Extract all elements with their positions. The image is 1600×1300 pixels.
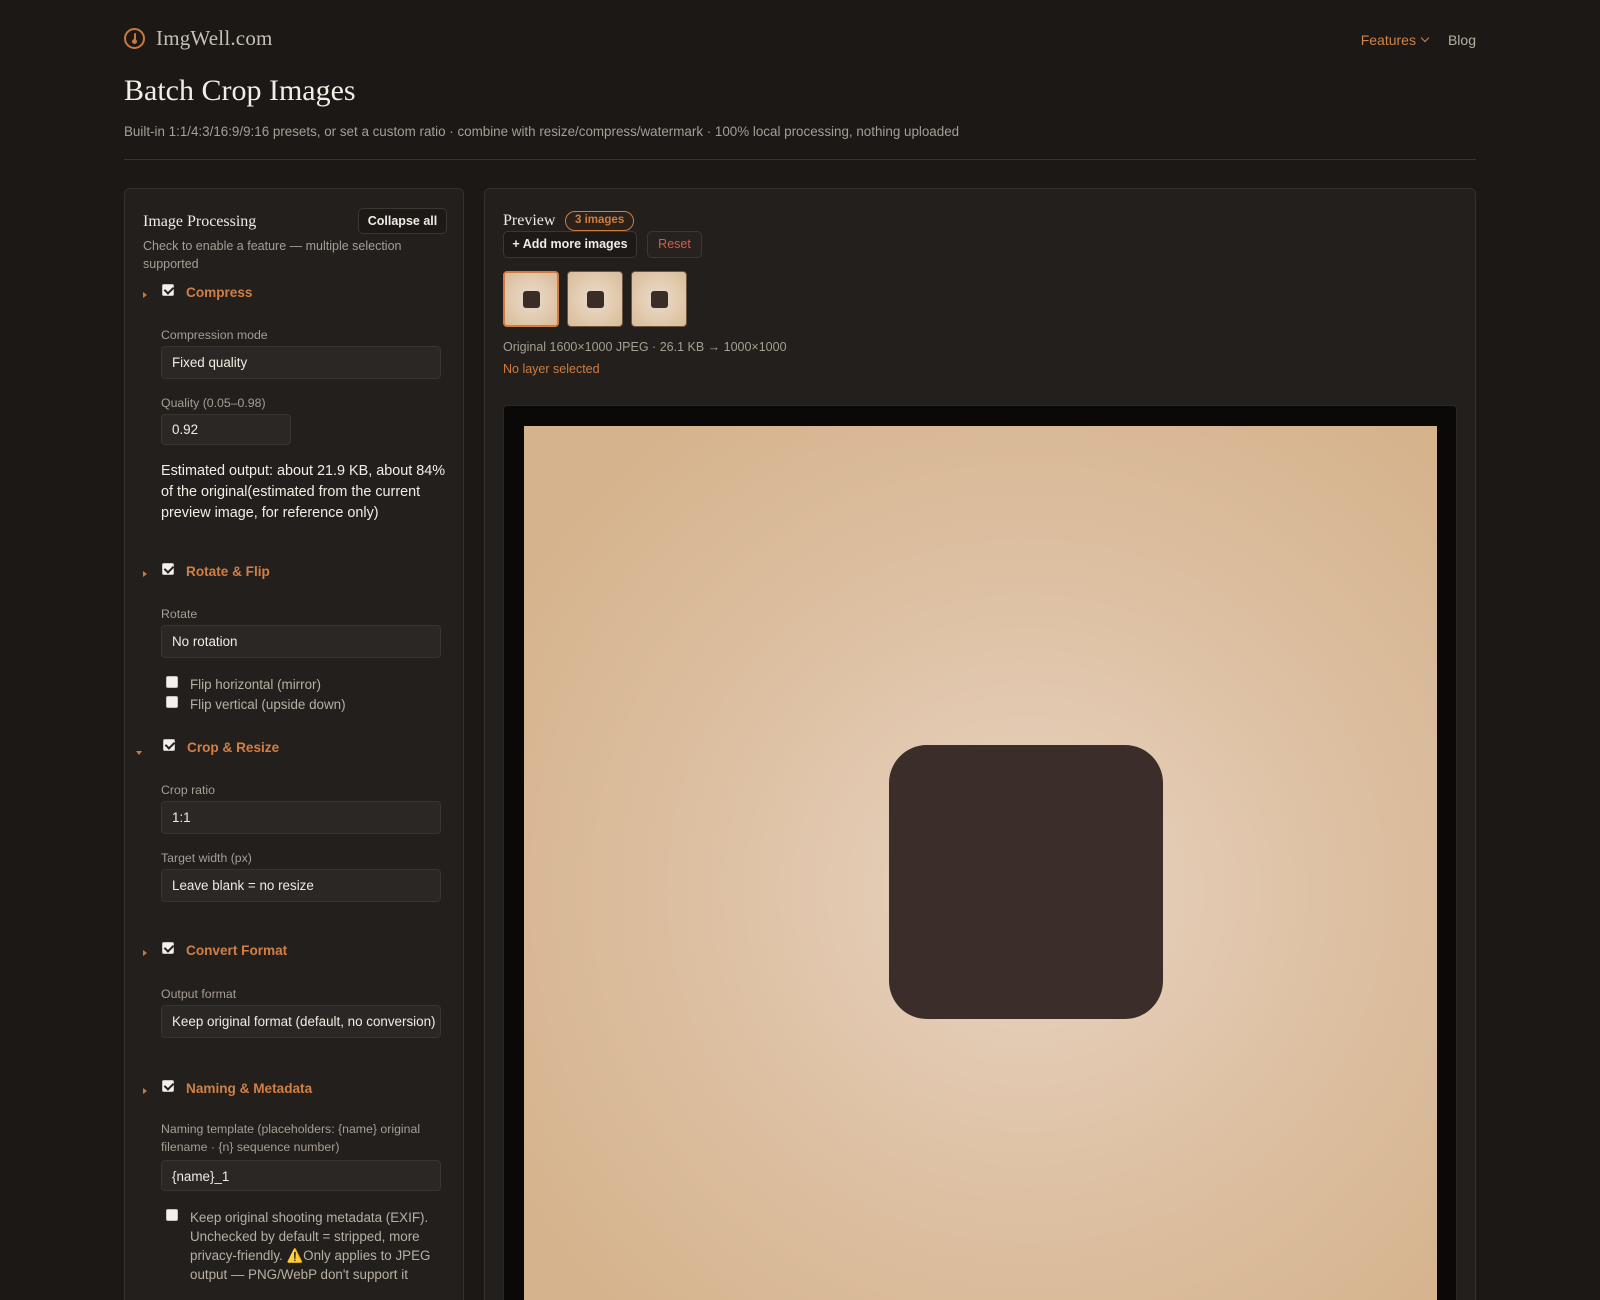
section-compress-title: Compress bbox=[186, 284, 253, 300]
reset-button[interactable]: Reset bbox=[647, 231, 702, 258]
keep-exif-option[interactable]: Keep original shooting metadata (EXIF). … bbox=[166, 1208, 436, 1284]
processing-panel-title: Image Processing bbox=[143, 213, 257, 230]
processing-panel: Image Processing Collapse all Check to e… bbox=[124, 188, 464, 1300]
keep-exif-label: Keep original shooting metadata (EXIF). … bbox=[190, 1210, 431, 1282]
layer-status: No layer selected bbox=[503, 362, 600, 376]
thumbnail-image bbox=[586, 290, 604, 308]
add-more-images-button[interactable]: + Add more images bbox=[503, 231, 637, 258]
naming-template-label: Naming template (placeholders: {name} or… bbox=[161, 1122, 421, 1154]
collapse-all-button[interactable]: Collapse all bbox=[358, 208, 447, 234]
logo-icon bbox=[124, 28, 145, 49]
page-title: Batch Crop Images bbox=[124, 74, 356, 107]
page-subtitle: Built-in 1:1/4:3/16:9/9:16 presets, or s… bbox=[124, 124, 960, 139]
quality-label: Quality (0.05–0.98) bbox=[161, 396, 266, 410]
rotate-checkbox[interactable] bbox=[162, 563, 174, 575]
logo[interactable]: ImgWell.com bbox=[124, 26, 273, 51]
section-rotate-header[interactable]: Rotate & Flip bbox=[143, 561, 270, 581]
flip-horizontal-checkbox[interactable] bbox=[166, 676, 178, 688]
top-bar: ImgWell.com Features Blog bbox=[124, 26, 1476, 58]
preview-image-shape bbox=[889, 745, 1163, 1019]
crop-ratio-label: Crop ratio bbox=[161, 783, 215, 797]
estimated-output-text: Estimated output: about 21.9 KB, about 8… bbox=[161, 463, 446, 521]
image-count-badge: 3 images bbox=[565, 211, 635, 231]
section-rotate-title: Rotate & Flip bbox=[186, 563, 270, 579]
flip-vertical-label: Flip vertical (upside down) bbox=[190, 697, 346, 712]
flip-horizontal-option[interactable]: Flip horizontal (mirror) bbox=[166, 675, 321, 694]
crop-checkbox[interactable] bbox=[163, 739, 175, 751]
convert-checkbox[interactable] bbox=[162, 942, 174, 954]
flip-vertical-option[interactable]: Flip vertical (upside down) bbox=[166, 695, 346, 714]
flip-vertical-checkbox[interactable] bbox=[166, 696, 178, 708]
section-compress-header[interactable]: Compress bbox=[143, 282, 252, 302]
preview-title: Preview bbox=[503, 212, 556, 229]
top-nav: Features Blog bbox=[1361, 32, 1476, 48]
compression-mode-select[interactable]: Fixed quality bbox=[161, 346, 441, 379]
target-width-label: Target width (px) bbox=[161, 851, 252, 865]
processing-hint: Check to enable a feature — multiple sel… bbox=[143, 239, 402, 271]
nav-features-label: Features bbox=[1360, 32, 1416, 48]
rotate-select[interactable]: No rotation bbox=[161, 625, 441, 658]
keep-exif-checkbox[interactable] bbox=[166, 1209, 178, 1221]
naming-checkbox[interactable] bbox=[162, 1080, 174, 1092]
quality-input[interactable]: 0.92 bbox=[161, 414, 291, 445]
thumbnail[interactable] bbox=[503, 271, 559, 327]
chevron-down-icon bbox=[1420, 33, 1430, 42]
crop-ratio-select[interactable]: 1:1 bbox=[161, 801, 441, 834]
compress-checkbox[interactable] bbox=[162, 284, 174, 296]
thumbnail-image bbox=[522, 290, 540, 308]
rotate-label: Rotate bbox=[161, 607, 198, 621]
preview-image[interactable] bbox=[524, 426, 1437, 1300]
output-format-select[interactable]: Keep original format (default, no conver… bbox=[161, 1005, 441, 1038]
caret-down-icon[interactable] bbox=[136, 751, 142, 755]
naming-template-input[interactable]: {name}_1 bbox=[161, 1160, 441, 1191]
caret-right-icon[interactable] bbox=[143, 292, 147, 298]
caret-right-icon[interactable] bbox=[143, 571, 147, 577]
thumbnail[interactable] bbox=[567, 271, 623, 327]
thumbnail[interactable] bbox=[631, 271, 687, 327]
section-naming-title: Naming & Metadata bbox=[186, 1080, 313, 1096]
section-crop-title: Crop & Resize bbox=[187, 739, 280, 755]
target-width-input[interactable]: Leave blank = no resize bbox=[161, 869, 441, 902]
section-convert-header[interactable]: Convert Format bbox=[143, 940, 287, 960]
thumbnail-image bbox=[650, 290, 668, 308]
section-crop-header[interactable]: Crop & Resize bbox=[136, 737, 280, 757]
caret-right-icon[interactable] bbox=[143, 950, 147, 956]
output-format-label: Output format bbox=[161, 987, 237, 1001]
caret-right-icon[interactable] bbox=[143, 1088, 147, 1094]
header-divider bbox=[124, 159, 1476, 160]
nav-blog-link[interactable]: Blog bbox=[1448, 32, 1476, 48]
image-info: Original 1600×1000 JPEG · 26.1 KB → 1000… bbox=[503, 340, 787, 354]
flip-horizontal-label: Flip horizontal (mirror) bbox=[190, 677, 321, 692]
preview-panel: Preview 3 images + Add more images Reset… bbox=[484, 188, 1476, 1300]
section-naming-header[interactable]: Naming & Metadata bbox=[143, 1078, 312, 1098]
logo-text: ImgWell.com bbox=[156, 26, 273, 50]
section-convert-title: Convert Format bbox=[186, 942, 288, 958]
preview-canvas[interactable] bbox=[503, 405, 1457, 1300]
compression-mode-label: Compression mode bbox=[161, 328, 268, 342]
nav-features-menu[interactable]: Features bbox=[1360, 32, 1430, 48]
